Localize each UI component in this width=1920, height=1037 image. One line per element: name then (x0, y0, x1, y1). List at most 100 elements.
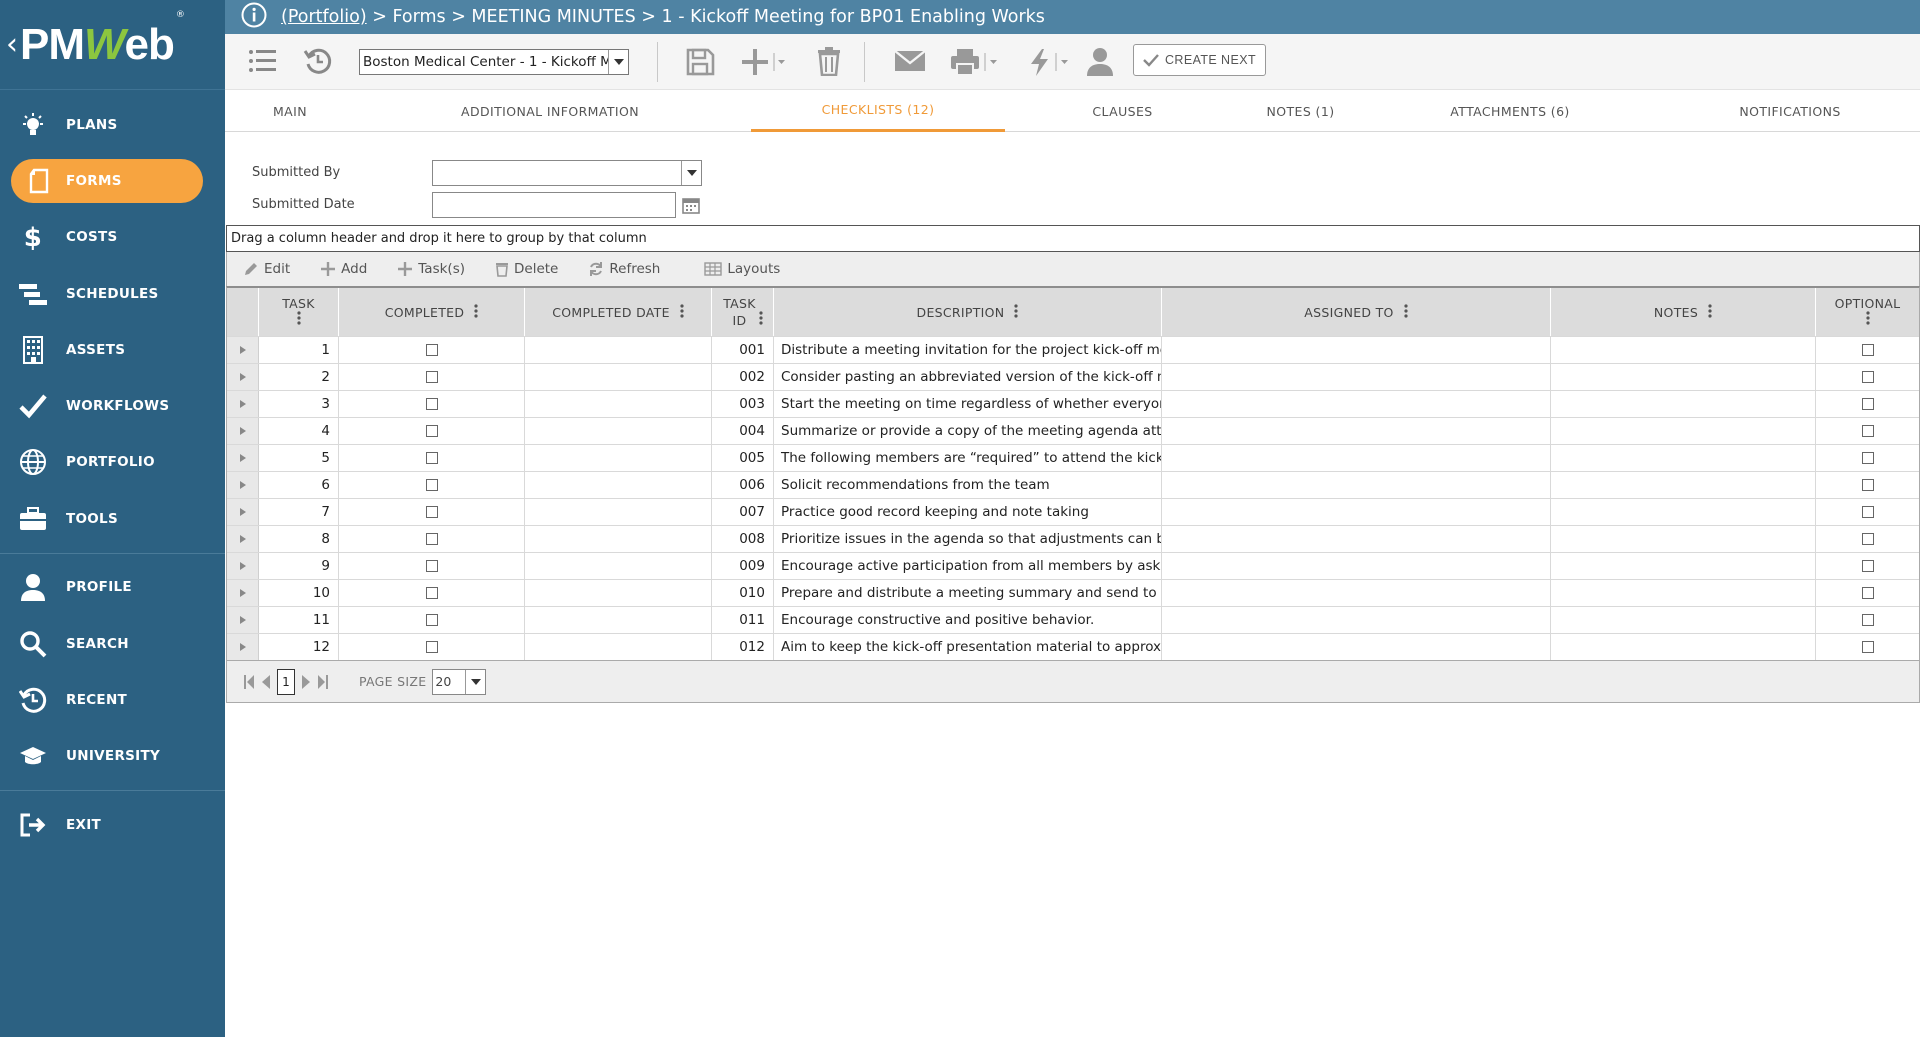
print-icon[interactable] (949, 47, 999, 77)
cell-assigned-to[interactable] (1162, 526, 1551, 552)
cell-task-id[interactable]: 007 (712, 499, 774, 525)
cell-task[interactable]: 7 (259, 499, 339, 525)
cell-completed-date[interactable] (525, 472, 712, 498)
cell-optional[interactable] (1816, 418, 1919, 444)
row-expander[interactable] (227, 418, 259, 444)
table-row[interactable]: 1 001 Distribute a meeting invitation for … (227, 336, 1919, 363)
sidebar-item-university[interactable]: UNIVERSITY (0, 734, 225, 778)
cell-description[interactable]: Encourage constructive and positive beha… (774, 607, 1162, 633)
cell-notes[interactable] (1551, 337, 1816, 363)
current-page[interactable]: 1 (277, 668, 295, 695)
cell-assigned-to[interactable] (1162, 499, 1551, 525)
cell-optional[interactable] (1816, 553, 1919, 579)
cell-task[interactable]: 6 (259, 472, 339, 498)
cell-task-id[interactable]: 003 (712, 391, 774, 417)
cell-completed-date[interactable] (525, 364, 712, 390)
email-icon[interactable] (894, 49, 926, 73)
history-icon[interactable] (303, 46, 333, 76)
cell-completed-date[interactable] (525, 526, 712, 552)
cell-completed-date[interactable] (525, 499, 712, 525)
expand-arrow-icon[interactable] (239, 643, 246, 651)
cell-assigned-to[interactable] (1162, 472, 1551, 498)
cell-completed-date[interactable] (525, 580, 712, 606)
optional-checkbox[interactable] (1861, 641, 1874, 653)
table-row[interactable]: 10 010 Prepare and distribute a meeting su… (227, 579, 1919, 606)
save-icon[interactable] (685, 47, 715, 77)
column-header-completed[interactable]: COMPLETED (339, 288, 525, 336)
lightning-icon[interactable] (1026, 47, 1074, 77)
sidebar-item-exit[interactable]: EXIT (0, 803, 225, 847)
cell-task[interactable]: 3 (259, 391, 339, 417)
optional-checkbox[interactable] (1861, 452, 1874, 464)
table-row[interactable]: 8 008 Prioritize issues in the agenda so t… (227, 525, 1919, 552)
delete-button[interactable]: Delete (495, 261, 558, 277)
row-expander[interactable] (227, 445, 259, 471)
cell-assigned-to[interactable] (1162, 445, 1551, 471)
cell-task[interactable]: 1 (259, 337, 339, 363)
row-expander[interactable] (227, 553, 259, 579)
submitted-date-input[interactable] (432, 192, 676, 218)
cell-task-id[interactable]: 012 (712, 634, 774, 660)
cell-task-id[interactable]: 005 (712, 445, 774, 471)
sidebar-item-schedules[interactable]: SCHEDULES (0, 272, 225, 316)
sidebar-item-search[interactable]: SEARCH (0, 622, 225, 666)
table-row[interactable]: 3 003 Start the meeting on time regardless… (227, 390, 1919, 417)
delete-icon[interactable] (816, 46, 842, 76)
completed-checkbox[interactable] (425, 641, 438, 653)
cell-task[interactable]: 10 (259, 580, 339, 606)
cell-optional[interactable] (1816, 499, 1919, 525)
tab-main[interactable]: MAIN (240, 90, 340, 132)
table-row[interactable]: 6 006 Solicit recommendations from the tea… (227, 471, 1919, 498)
column-header-assigned-to[interactable]: ASSIGNED TO (1162, 288, 1551, 336)
submitted-by-select[interactable] (432, 160, 702, 186)
cell-description[interactable]: Solicit recommendations from the team (774, 472, 1162, 498)
refresh-button[interactable]: Refresh (588, 261, 660, 277)
cell-description[interactable]: Encourage active participation from all … (774, 553, 1162, 579)
tab-attachments[interactable]: ATTACHMENTS (6) (1415, 90, 1605, 132)
row-expander[interactable] (227, 364, 259, 390)
column-header-task-id[interactable]: TASK ID (712, 288, 774, 336)
cell-description[interactable]: Summarize or provide a copy of the meeti… (774, 418, 1162, 444)
table-row[interactable]: 5 005 The following members are “required”… (227, 444, 1919, 471)
cell-assigned-to[interactable] (1162, 580, 1551, 606)
cell-optional[interactable] (1816, 472, 1919, 498)
row-expander[interactable] (227, 607, 259, 633)
info-icon[interactable] (241, 2, 267, 33)
back-chevron-icon[interactable]: ‹ (6, 27, 18, 62)
cell-completed-date[interactable] (525, 418, 712, 444)
cell-completed-date[interactable] (525, 607, 712, 633)
tab-additional-information[interactable]: ADDITIONAL INFORMATION (440, 90, 660, 132)
prev-page-icon[interactable] (261, 674, 271, 690)
cell-optional[interactable] (1816, 445, 1919, 471)
cell-notes[interactable] (1551, 472, 1816, 498)
create-next-button[interactable]: CREATE NEXT (1133, 44, 1266, 76)
table-row[interactable]: 11 011 Encourage constructive and positive… (227, 606, 1919, 633)
completed-checkbox[interactable] (425, 614, 438, 626)
kebab-icon[interactable] (1708, 303, 1712, 321)
cell-task-id[interactable]: 004 (712, 418, 774, 444)
cell-notes[interactable] (1551, 634, 1816, 660)
optional-checkbox[interactable] (1861, 587, 1874, 599)
cell-notes[interactable] (1551, 526, 1816, 552)
cell-assigned-to[interactable] (1162, 607, 1551, 633)
cell-optional[interactable] (1816, 607, 1919, 633)
optional-checkbox[interactable] (1861, 614, 1874, 626)
optional-checkbox[interactable] (1861, 371, 1874, 383)
cell-assigned-to[interactable] (1162, 634, 1551, 660)
breadcrumb-portfolio-link[interactable]: (Portfolio) (281, 7, 367, 27)
kebab-icon[interactable] (1865, 311, 1870, 328)
expand-arrow-icon[interactable] (239, 427, 246, 435)
calendar-icon[interactable] (682, 196, 700, 218)
tab-clauses[interactable]: CLAUSES (1050, 90, 1195, 132)
completed-checkbox[interactable] (425, 533, 438, 545)
cell-notes[interactable] (1551, 391, 1816, 417)
cell-completed-date[interactable] (525, 553, 712, 579)
cell-completed[interactable] (339, 364, 525, 390)
cell-completed-date[interactable] (525, 391, 712, 417)
table-row[interactable]: 2 002 Consider pasting an abbreviated vers… (227, 363, 1919, 390)
cell-description[interactable]: Prioritize issues in the agenda so that … (774, 526, 1162, 552)
cell-completed[interactable] (339, 418, 525, 444)
expand-arrow-icon[interactable] (239, 589, 246, 597)
cell-notes[interactable] (1551, 607, 1816, 633)
cell-optional[interactable] (1816, 580, 1919, 606)
